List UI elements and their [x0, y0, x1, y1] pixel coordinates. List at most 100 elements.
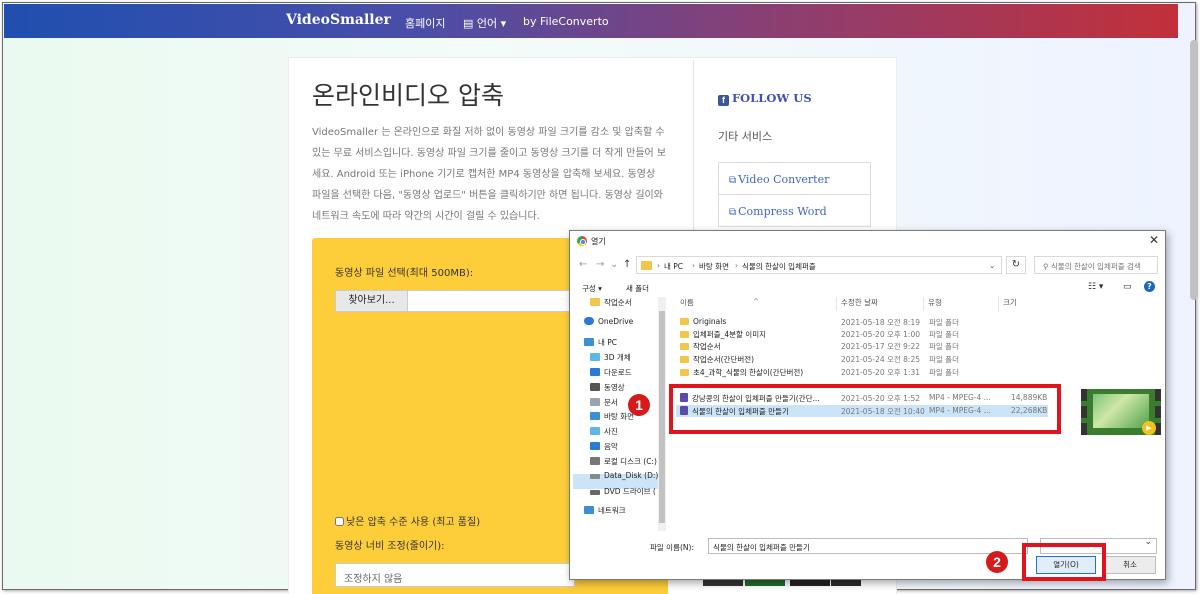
file-row-folder[interactable]: 작업순서 2021-05-17 오전 9:22 파일 폴더	[676, 340, 1048, 352]
nav-item-dvd-drive[interactable]: DVD 드라이브 (	[590, 486, 656, 500]
nav-by-link[interactable]: by FileConverto	[523, 15, 609, 28]
nav-item-pictures[interactable]: 사진	[590, 426, 618, 440]
breadcrumb-item[interactable]: 내 PC	[664, 261, 683, 272]
nav-label: OneDrive	[598, 317, 634, 326]
breadcrumb-separator: ›	[735, 261, 738, 270]
brand-logo[interactable]: VideoSmaller	[286, 12, 391, 28]
history-dropdown-icon[interactable]: ⌄	[610, 259, 618, 270]
file-date: 2021-05-20 오후 1:00	[841, 330, 920, 339]
nav-item-local-disk-c[interactable]: 로컬 디스크 (C:)	[590, 456, 657, 470]
file-name-label: Originals	[693, 317, 727, 326]
step-badge-2: 2	[986, 551, 1008, 573]
intro-paragraph: VideoSmaller 는 온라인으로 화질 저하 없이 동영상 파일 크기를…	[312, 127, 667, 222]
nav-label: 바탕 화면	[604, 412, 634, 421]
page-scrollbar-thumb[interactable]	[1190, 40, 1198, 300]
width-label: 동영상 너비 조정(줄이기):	[335, 541, 445, 552]
address-row: ← → ⌄ ↑ › 내 PC › 바탕 화면 › 식물의 한살이 입체퍼즐 ⌄ …	[570, 255, 1165, 277]
breadcrumb-separator: ›	[692, 261, 695, 270]
follow-us-label: FOLLOW US	[732, 91, 812, 105]
file-type: 파일 폴더	[929, 342, 959, 351]
low-compression-checkbox[interactable]	[335, 517, 344, 526]
step-badge-1: 1	[628, 394, 650, 416]
nav-language-menu[interactable]: ▤ 언어 ▾	[463, 15, 506, 31]
nav-label: 내 PC	[598, 338, 618, 347]
file-type: 파일 폴더	[929, 318, 959, 327]
column-divider[interactable]	[998, 297, 999, 311]
nav-item-music[interactable]: 음악	[590, 441, 618, 455]
file-path-field[interactable]	[408, 290, 578, 312]
nav-item-documents[interactable]: 문서	[590, 397, 618, 411]
file-row-folder[interactable]: Originals 2021-05-18 오전 8:19 파일 폴더	[676, 316, 1048, 328]
nav-label: 작업순서	[604, 298, 632, 307]
sort-ascending-icon: ^	[753, 297, 760, 306]
refresh-icon[interactable]: ↻	[1006, 256, 1026, 274]
file-row-folder[interactable]: 작업순서(간단버전) 2021-05-24 오전 8:25 파일 폴더	[676, 353, 1048, 365]
filename-input[interactable]: 식물의 한살이 입체퍼즐 만들기	[708, 538, 1028, 554]
follow-us-heading[interactable]: f FOLLOW US	[718, 91, 812, 106]
search-input[interactable]: ⚲ 식물의 한살이 입체퍼즐 검색	[1034, 256, 1158, 274]
file-name-label: 입체퍼즐_4분할 이미지	[693, 330, 767, 339]
column-header-size[interactable]: 크기	[1003, 297, 1017, 311]
play-icon: ▶	[1142, 421, 1156, 435]
file-row-folder[interactable]: 초4_과학_식물의 한살이(간단버전) 2021-05-20 오후 1:31 파…	[676, 366, 1048, 378]
nav-item-downloads[interactable]: 다운로드	[590, 367, 632, 381]
language-icon: ▤	[463, 17, 474, 30]
cancel-button[interactable]: 취소	[1104, 556, 1156, 574]
nav-item-data-disk-d[interactable]: Data_Disk (D:)	[590, 471, 658, 485]
image-icon	[590, 427, 600, 435]
low-compression-option[interactable]: 낮은 압축 수준 사용 (최고 품질)	[335, 513, 480, 528]
nav-item-network[interactable]: 네트워크	[584, 505, 626, 519]
help-icon[interactable]: ?	[1144, 281, 1155, 292]
breadcrumb-item[interactable]: 식물의 한살이 입체퍼즐	[742, 261, 816, 272]
folder-icon	[680, 356, 689, 363]
close-icon[interactable]: ✕	[1149, 233, 1159, 247]
service-link-compress-word[interactable]: ⧉ Compress Word	[718, 194, 871, 227]
top-navbar: VideoSmaller 홈페이지 ▤ 언어 ▾ by FileConverto	[4, 4, 1178, 38]
up-arrow-icon[interactable]: ↑	[623, 259, 631, 270]
film-icon	[590, 383, 600, 391]
view-options-icon[interactable]: ☷ ▾	[1088, 282, 1103, 292]
new-folder-button[interactable]: 새 폴더	[626, 283, 649, 294]
column-divider[interactable]	[836, 297, 837, 311]
column-header-date[interactable]: 수정한 날짜	[841, 297, 878, 311]
network-icon	[584, 506, 594, 514]
service-link-video-converter[interactable]: ⧉ Video Converter	[718, 162, 871, 195]
preview-pane-icon[interactable]: ▭	[1123, 282, 1132, 292]
folder-icon	[680, 369, 689, 376]
nav-label: DVD 드라이브 (	[604, 487, 656, 496]
folder-icon	[680, 343, 689, 350]
navigation-scrollbar-thumb[interactable]	[659, 311, 665, 523]
column-divider[interactable]	[923, 297, 924, 311]
download-icon	[590, 368, 600, 376]
nav-item-onedrive[interactable]: OneDrive	[584, 317, 633, 331]
nav-item-work-order[interactable]: 작업순서	[590, 297, 632, 311]
file-name-label: 초4_과학_식물의 한살이(간단버전)	[693, 368, 804, 377]
chevron-down-icon[interactable]: ⌄	[989, 261, 995, 270]
width-select[interactable]: 조정하지 않음	[335, 563, 575, 587]
cube-icon	[590, 353, 600, 361]
nav-item-3d-objects[interactable]: 3D 개체	[590, 352, 631, 366]
organize-button[interactable]: 구성 ▾	[582, 283, 602, 294]
file-name: 입체퍼즐_4분할 이미지	[680, 329, 766, 340]
highlight-box-open	[1022, 543, 1106, 581]
facebook-icon: f	[718, 95, 729, 106]
column-header-type[interactable]: 유형	[928, 297, 942, 311]
address-bar[interactable]: › 내 PC › 바탕 화면 › 식물의 한살이 입체퍼즐 ⌄	[636, 256, 1002, 274]
nav-home-link[interactable]: 홈페이지	[405, 15, 445, 31]
service-label: Compress Word	[738, 205, 827, 218]
page-title: 온라인비디오 압축	[312, 81, 504, 110]
dialog-toolbar: 구성 ▾ 새 폴더 ☷ ▾ ▭ ?	[570, 279, 1165, 297]
file-type: 파일 폴더	[929, 368, 959, 377]
breadcrumb-item[interactable]: 바탕 화면	[699, 261, 729, 272]
file-row-folder[interactable]: 입체퍼즐_4분할 이미지 2021-05-20 오후 1:00 파일 폴더	[676, 328, 1048, 340]
nav-item-videos[interactable]: 동영상	[590, 382, 625, 396]
nav-item-this-pc[interactable]: 내 PC	[584, 337, 617, 351]
file-name: 초4_과학_식물의 한살이(간단버전)	[680, 367, 803, 378]
column-header-name[interactable]: 이름	[680, 297, 694, 311]
nav-item-desktop[interactable]: 바탕 화면	[590, 411, 634, 425]
computer-icon	[584, 338, 594, 346]
back-arrow-icon[interactable]: ←	[579, 259, 587, 270]
browse-button[interactable]: 찾아보기...	[335, 290, 408, 312]
folder-icon	[590, 298, 600, 306]
forward-arrow-icon[interactable]: →	[596, 259, 604, 270]
